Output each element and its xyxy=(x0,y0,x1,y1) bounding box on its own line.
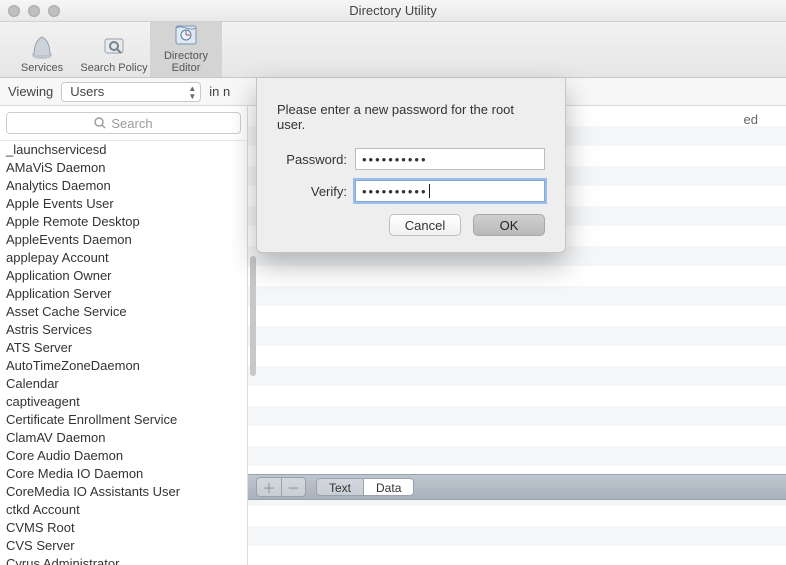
list-item[interactable]: _launchservicesd xyxy=(0,141,247,159)
window-title: Directory Utility xyxy=(0,3,786,18)
remove-button[interactable]: － xyxy=(281,478,305,496)
titlebar: Directory Utility xyxy=(0,0,786,22)
text-data-segmented[interactable]: Text Data xyxy=(316,478,414,496)
list-item[interactable]: CVS Server xyxy=(0,537,247,555)
search-placeholder: Search xyxy=(111,116,152,131)
verify-label: Verify: xyxy=(277,184,355,199)
viewing-select[interactable]: Users ▲▼ xyxy=(61,82,201,102)
list-item[interactable]: ClamAV Daemon xyxy=(0,429,247,447)
users-list[interactable]: _launchservicesdAMaViS DaemonAnalytics D… xyxy=(0,141,247,565)
search-icon xyxy=(94,117,106,129)
list-item[interactable]: captiveagent xyxy=(0,393,247,411)
segment-data[interactable]: Data xyxy=(363,479,413,495)
directory-editor-icon xyxy=(150,20,222,50)
sheet-message: Please enter a new password for the root… xyxy=(277,102,545,132)
segment-text[interactable]: Text xyxy=(317,479,363,495)
list-item[interactable]: Astris Services xyxy=(0,321,247,339)
obscured-text-fragment: ed xyxy=(744,112,758,127)
list-item[interactable]: ctkd Account xyxy=(0,501,247,519)
list-item[interactable]: AppleEvents Daemon xyxy=(0,231,247,249)
list-item[interactable]: Analytics Daemon xyxy=(0,177,247,195)
verify-value: •••••••••• xyxy=(362,184,428,199)
ok-button[interactable]: OK xyxy=(473,214,545,236)
scrollbar-thumb[interactable] xyxy=(250,256,256,376)
list-item[interactable]: CVMS Root xyxy=(0,519,247,537)
toolbar-item-directory-editor[interactable]: Directory Editor xyxy=(150,16,222,77)
list-item[interactable]: Application Server xyxy=(0,285,247,303)
list-item[interactable]: ATS Server xyxy=(0,339,247,357)
list-item[interactable]: applepay Account xyxy=(0,249,247,267)
toolbar-item-label: Services xyxy=(6,62,78,74)
add-remove-group: ＋ － xyxy=(256,477,306,497)
password-sheet: Please enter a new password for the root… xyxy=(256,78,566,253)
viewing-in-label: in n xyxy=(209,84,230,99)
detail-edit-bar: ＋ － Text Data xyxy=(248,474,786,500)
password-label: Password: xyxy=(277,152,355,167)
text-caret-icon xyxy=(429,184,430,198)
list-item[interactable]: Asset Cache Service xyxy=(0,303,247,321)
users-sidebar: Search _launchservicesdAMaViS DaemonAnal… xyxy=(0,106,248,565)
list-item[interactable]: Apple Events User xyxy=(0,195,247,213)
list-item[interactable]: Calendar xyxy=(0,375,247,393)
list-item[interactable]: Core Audio Daemon xyxy=(0,447,247,465)
verify-field[interactable]: •••••••••• xyxy=(355,180,545,202)
password-field[interactable]: •••••••••• xyxy=(355,148,545,170)
toolbar: Services Search Policy Directory Editor xyxy=(0,22,786,78)
viewing-label: Viewing xyxy=(8,84,53,99)
toolbar-item-search-policy[interactable]: Search Policy xyxy=(78,28,150,77)
list-item[interactable]: Apple Remote Desktop xyxy=(0,213,247,231)
list-item[interactable]: Cyrus Administrator xyxy=(0,555,247,565)
select-stepper-icon: ▲▼ xyxy=(188,85,196,101)
list-item[interactable]: Core Media IO Daemon xyxy=(0,465,247,483)
add-button[interactable]: ＋ xyxy=(257,478,281,496)
search-input[interactable]: Search xyxy=(6,112,241,134)
toolbar-item-label: Directory Editor xyxy=(150,50,222,74)
toolbar-item-services[interactable]: Services xyxy=(6,28,78,77)
cancel-button[interactable]: Cancel xyxy=(389,214,461,236)
search-policy-icon xyxy=(78,32,150,62)
list-item[interactable]: AMaViS Daemon xyxy=(0,159,247,177)
list-item[interactable]: Application Owner xyxy=(0,267,247,285)
list-item[interactable]: Certificate Enrollment Service xyxy=(0,411,247,429)
list-item[interactable]: CoreMedia IO Assistants User xyxy=(0,483,247,501)
password-value: •••••••••• xyxy=(362,152,428,167)
viewing-select-value: Users xyxy=(70,84,104,99)
services-icon xyxy=(6,32,78,62)
list-item[interactable]: AutoTimeZoneDaemon xyxy=(0,357,247,375)
toolbar-item-label: Search Policy xyxy=(78,62,150,74)
